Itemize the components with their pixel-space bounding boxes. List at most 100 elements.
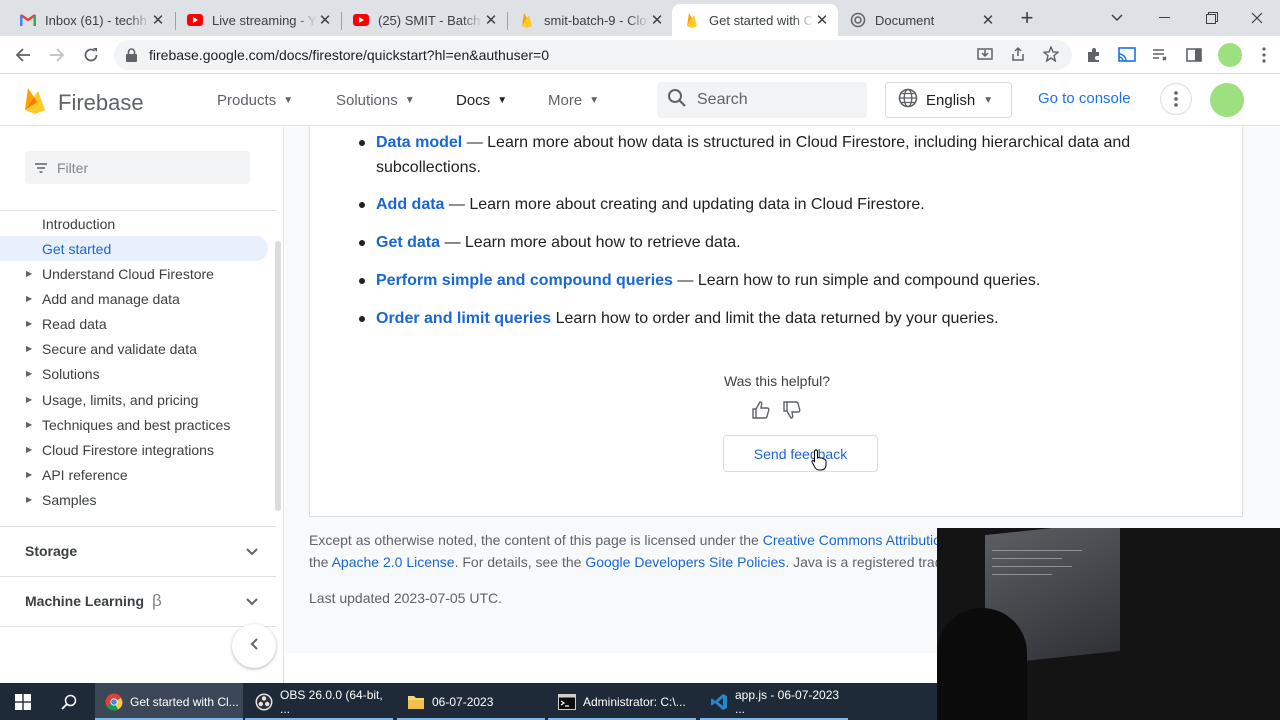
tab-title: (25) SMIT - Batch [378, 12, 481, 28]
webcam-overlay [937, 528, 1280, 720]
sidebar-item-label: Introduction [42, 215, 116, 232]
taskbar-app-terminal[interactable]: Administrator: C:\... [548, 683, 696, 720]
apache-license-link[interactable]: Apache 2.0 License [332, 554, 455, 570]
install-app-icon[interactable] [975, 44, 995, 64]
chrome-menu-icon[interactable] [1254, 45, 1274, 65]
close-icon[interactable]: ✕ [649, 12, 665, 29]
url-text: firebase.google.com/docs/firestore/quick… [149, 47, 550, 63]
queries-link[interactable]: Perform simple and compound queries [376, 272, 673, 289]
browser-tab[interactable]: (25) SMIT - Batch ✕ [341, 4, 507, 36]
terminal-icon [558, 693, 576, 711]
nav-solutions[interactable]: Solutions ▼ [336, 74, 415, 126]
sidebar-item-api-reference[interactable]: ▶ API reference [0, 462, 268, 487]
profile-avatar[interactable] [1218, 43, 1242, 67]
sidebar-item-understand-cloud-firestore[interactable]: ▶ Understand Cloud Firestore [0, 261, 268, 286]
reading-list-icon[interactable] [1150, 45, 1170, 65]
address-bar[interactable]: firebase.google.com/docs/firestore/quick… [114, 40, 1072, 70]
minimize-button[interactable] [1141, 0, 1187, 36]
nav-label: Docs [456, 91, 491, 109]
taskbar-app-label: app.js - 06-07-2023 ... [735, 687, 840, 716]
firebase-logo[interactable]: Firebase [24, 86, 144, 119]
expand-arrow-icon: ▶ [26, 269, 33, 278]
send-feedback-button[interactable]: Send feedback [723, 435, 878, 472]
browser-tab-active[interactable]: Get started with C ✕ [672, 4, 838, 36]
chevron-left-icon [250, 637, 258, 655]
taskbar-app-vscode[interactable]: app.js - 06-07-2023 ... [700, 683, 848, 720]
sidebar-item-techniques-best-practices[interactable]: ▶ Techniques and best practices [0, 412, 268, 437]
filter-input[interactable]: Filter [25, 151, 250, 184]
collapse-sidebar-button[interactable] [232, 624, 276, 668]
back-button[interactable] [10, 42, 36, 68]
taskbar-search-icon[interactable] [46, 683, 92, 720]
taskbar-app-chrome[interactable]: Get started with Cl... [95, 683, 243, 720]
taskbar-app-label: OBS 26.0.0 (64-bit, ... [280, 687, 383, 716]
close-icon[interactable]: ✕ [150, 12, 166, 29]
sidebar-item-get-started[interactable]: Get started [0, 236, 268, 261]
sidebar-scrollbar[interactable] [275, 241, 281, 511]
close-icon[interactable]: ✕ [814, 12, 830, 29]
search-placeholder: Search [697, 91, 748, 108]
share-icon[interactable] [1008, 44, 1028, 64]
article-body: Data model — Learn more about how data i… [309, 127, 1243, 517]
more-options-icon[interactable] [1160, 83, 1192, 115]
browser-tab[interactable]: Inbox (61) - techh ✕ [8, 4, 174, 36]
order-limit-link[interactable]: Order and limit queries [376, 310, 551, 327]
sidebar-item-introduction[interactable]: Introduction [0, 211, 268, 236]
taskbar-app-label: Get started with Cl... [130, 694, 239, 709]
beta-badge: β [152, 591, 162, 610]
sidebar-item-samples[interactable]: ▶ Samples [0, 487, 268, 512]
nav-more[interactable]: More ▼ [548, 74, 599, 126]
expand-arrow-icon: ▶ [26, 495, 33, 504]
sidebar-item-label: Get started [42, 240, 112, 257]
license-text-part: . For details, see the [454, 554, 586, 570]
cast-icon[interactable] [1117, 45, 1137, 65]
new-tab-button[interactable]: + [1015, 5, 1039, 30]
reload-button[interactable] [78, 42, 104, 68]
windows-start-icon[interactable] [0, 683, 46, 720]
sidebar-item-usage-limits-pricing[interactable]: ▶ Usage, limits, and pricing [0, 387, 268, 412]
sidebar-item-label: API reference [42, 466, 128, 483]
forward-button[interactable] [44, 42, 70, 68]
browser-tab[interactable]: Live streaming - Y ✕ [175, 4, 341, 36]
close-icon[interactable]: ✕ [980, 12, 996, 29]
expand-arrow-icon: ▶ [26, 294, 33, 303]
sidebar-item-read-data[interactable]: ▶ Read data [0, 311, 268, 336]
browser-tab[interactable]: Document ✕ [838, 4, 1004, 36]
extensions-icon[interactable] [1084, 45, 1104, 65]
side-panel-icon[interactable] [1184, 45, 1204, 65]
add-data-link[interactable]: Add data [376, 196, 444, 213]
nav-docs[interactable]: Docs ▼ [456, 74, 507, 126]
nav-label: More [548, 91, 583, 109]
search-input[interactable]: Search [657, 82, 867, 118]
data-model-link[interactable]: Data model [376, 134, 462, 151]
creative-commons-link[interactable]: Creative Commons Attribution [763, 532, 949, 548]
license-text-part: the [309, 554, 332, 570]
close-window-button[interactable] [1234, 0, 1280, 36]
taskbar-app-obs[interactable]: OBS 26.0.0 (64-bit, ... [245, 683, 393, 720]
account-avatar[interactable] [1210, 83, 1244, 117]
language-label: English [926, 91, 976, 109]
section-label: Machine Learning [25, 593, 145, 609]
sidebar-section-machine-learning[interactable]: Machine Learning β [0, 576, 276, 626]
tab-search-chevron-icon[interactable] [1094, 0, 1140, 36]
bookmark-star-icon[interactable] [1041, 44, 1061, 64]
thumb-up-icon[interactable] [750, 399, 772, 421]
thumb-down-icon[interactable] [781, 399, 803, 421]
taskbar-app-folder[interactable]: 06-07-2023 [397, 683, 545, 720]
close-icon[interactable]: ✕ [317, 12, 333, 29]
sidebar-section-storage[interactable]: Storage [0, 526, 276, 576]
sidebar-item-add-and-manage-data[interactable]: ▶ Add and manage data [0, 286, 268, 311]
browser-tab[interactable]: smit-batch-9 - Clo ✕ [507, 4, 673, 36]
get-data-link[interactable]: Get data [376, 234, 440, 251]
sidebar-item-secure-and-validate-data[interactable]: ▶ Secure and validate data [0, 336, 268, 361]
site-policies-link[interactable]: Google Developers Site Policies [585, 554, 785, 570]
restore-button[interactable] [1189, 0, 1235, 36]
sidebar-item-solutions[interactable]: ▶ Solutions [0, 361, 268, 386]
sidebar-item-cloud-firestore-integrations[interactable]: ▶ Cloud Firestore integrations [0, 437, 268, 462]
windows-taskbar: Get started with Cl... OBS 26.0.0 (64-bi… [0, 683, 937, 720]
go-to-console-link[interactable]: Go to console [1038, 90, 1131, 107]
language-select[interactable]: English ▼ [885, 82, 1012, 118]
nav-products[interactable]: Products ▼ [217, 74, 293, 126]
list-item-text: — Learn more about how data is structure… [376, 134, 1131, 176]
close-icon[interactable]: ✕ [483, 12, 499, 29]
